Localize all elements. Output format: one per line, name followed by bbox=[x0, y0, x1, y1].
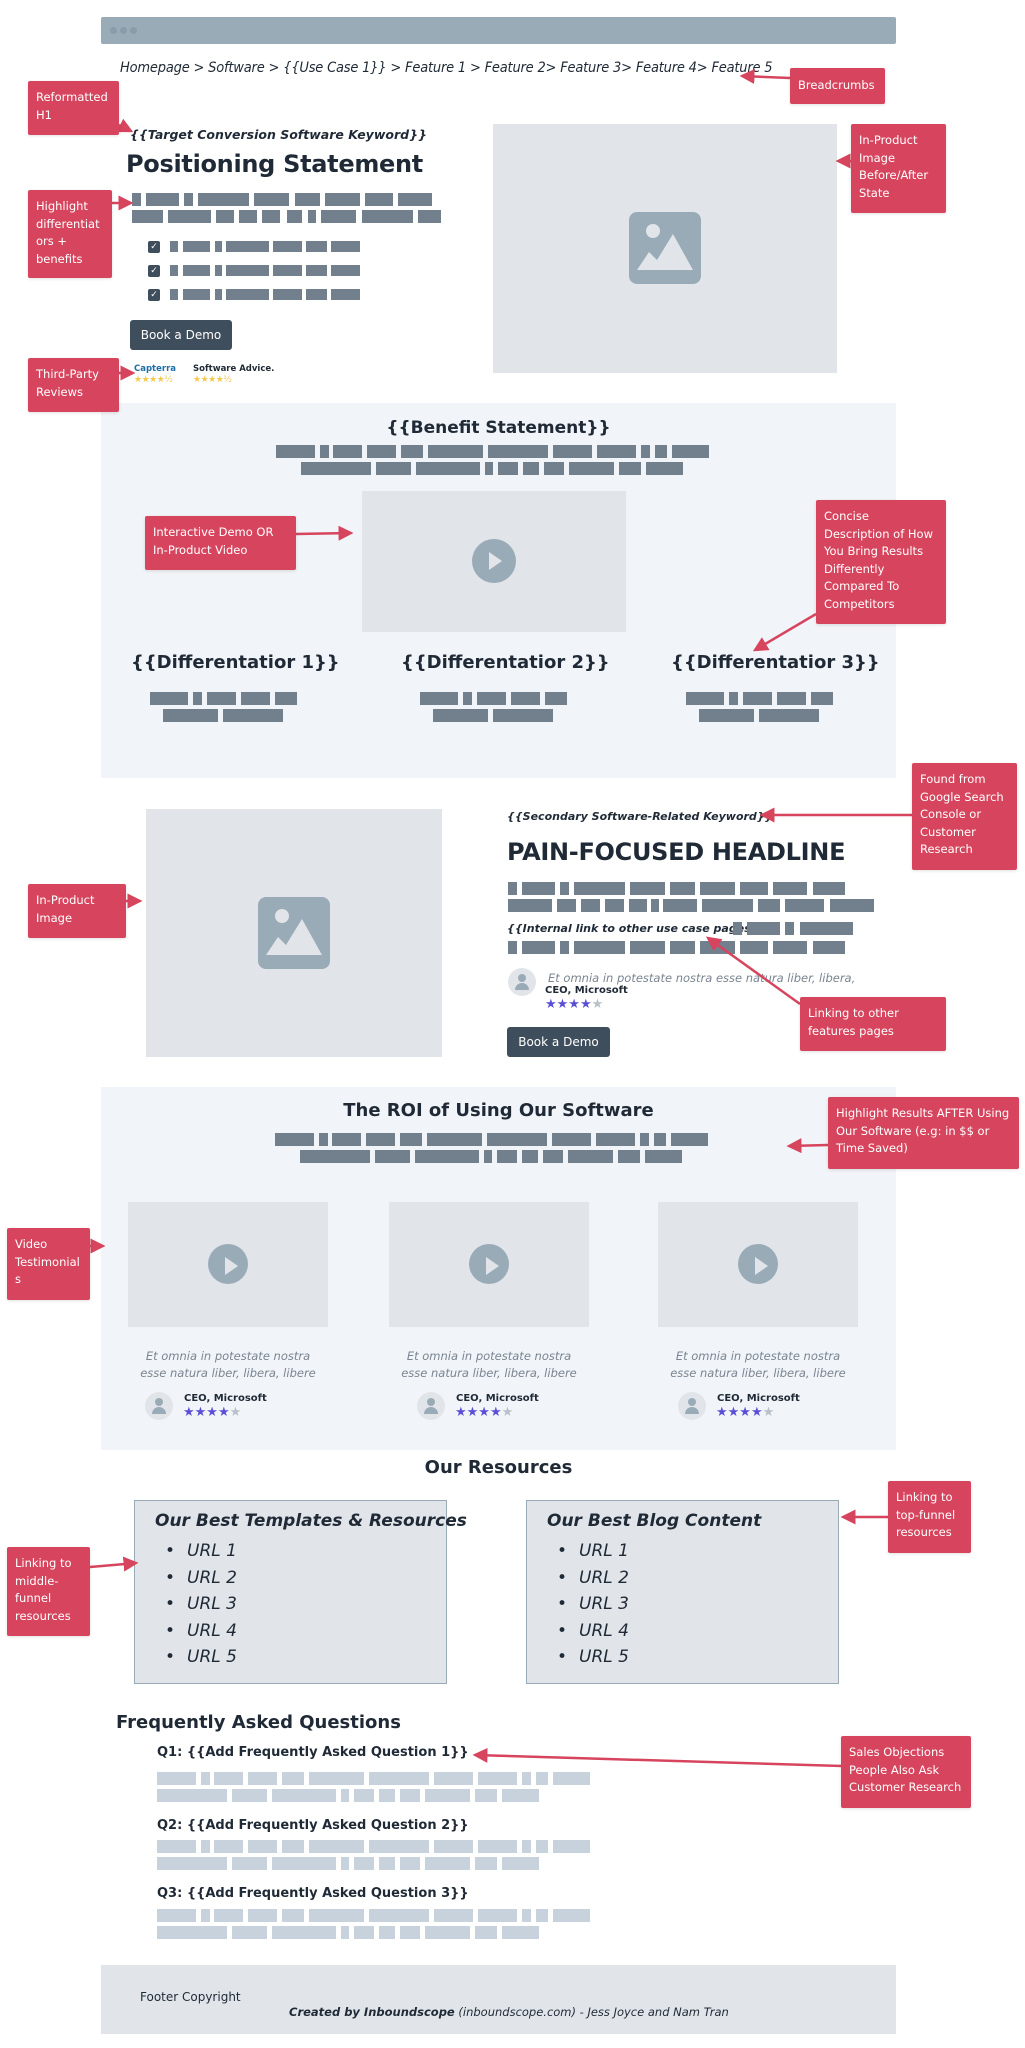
annotation-reformatted-h1: Reformatted H1 bbox=[28, 81, 119, 135]
avatar bbox=[417, 1392, 445, 1420]
interactive-demo-video[interactable] bbox=[362, 491, 626, 632]
testimonial-quote: esse natura liber, libera, libere bbox=[670, 1366, 846, 1380]
play-icon[interactable] bbox=[469, 1244, 509, 1284]
testimonial-video[interactable] bbox=[658, 1202, 858, 1327]
resource-box-blog: Our Best Blog Content URL 1 URL 2 URL 3 … bbox=[526, 1500, 839, 1684]
testimonial-author: CEO, Microsoft bbox=[545, 985, 628, 996]
testimonial-author: CEO, Microsoft bbox=[456, 1393, 539, 1404]
resource-box-templates: Our Best Templates & Resources URL 1 URL… bbox=[134, 1500, 467, 1684]
software-advice-logo[interactable]: Software Advice. bbox=[193, 364, 274, 374]
annotation-linking-features: Linking to other features pages bbox=[800, 997, 946, 1051]
annotation-third-party: Third-Party Reviews bbox=[28, 358, 119, 412]
rating-stars: ★★★★★ bbox=[545, 997, 604, 1012]
hero-title: Positioning Statement bbox=[126, 150, 423, 178]
faq-title: Frequently Asked Questions bbox=[116, 1712, 401, 1733]
benefit-title: {{Benefit Statement}} bbox=[386, 418, 611, 438]
footer-copyright: Footer Copyright bbox=[140, 1990, 241, 2004]
avatar bbox=[508, 968, 536, 996]
annotation-linking-top: Linking to top-funnel resources bbox=[888, 1481, 971, 1553]
resource-link[interactable]: URL 4 bbox=[155, 1618, 237, 1645]
book-demo-button[interactable]: Book a Demo bbox=[130, 320, 232, 350]
annotation-sales-objections: Sales Objections People Also Ask Custome… bbox=[841, 1736, 971, 1808]
differentiator-title: {{Differentatior 2}} bbox=[401, 652, 610, 673]
window-dot-icon bbox=[110, 27, 117, 34]
hero-product-image bbox=[493, 124, 837, 373]
footer-credit-rest: (inboundscope.com) - Jess Joyce and Nam … bbox=[454, 2005, 729, 2019]
resource-link[interactable]: URL 1 bbox=[547, 1538, 629, 1565]
resource-box-title: Our Best Blog Content bbox=[547, 1511, 762, 1531]
rating-stars: ★★★★★ bbox=[183, 1405, 242, 1420]
testimonial-quote: Et omnia in potestate nostra bbox=[406, 1349, 572, 1363]
testimonial-quote: Et omnia in potestate nostra bbox=[145, 1349, 311, 1363]
capterra-logo[interactable]: Capterra bbox=[134, 364, 176, 374]
pain-product-image bbox=[146, 809, 442, 1057]
checkbox-icon: ✓ bbox=[148, 241, 160, 253]
footer: Footer Copyright Created by Inboundscope… bbox=[101, 1965, 896, 2034]
differentiator-title: {{Differentatior 3}} bbox=[671, 652, 880, 673]
faq-question[interactable]: Q3: {{Add Frequently Asked Question 3}} bbox=[157, 1886, 469, 1901]
avatar bbox=[678, 1392, 706, 1420]
image-placeholder-icon bbox=[258, 897, 330, 969]
secondary-keyword: {{Secondary Software-Related Keyword}} bbox=[507, 810, 773, 823]
resource-link[interactable]: URL 2 bbox=[547, 1565, 629, 1592]
footer-credit-bold[interactable]: Created by Inboundscope bbox=[289, 2005, 455, 2019]
testimonial-quote: esse natura liber, libera, libere bbox=[401, 1366, 577, 1380]
testimonial-video[interactable] bbox=[389, 1202, 589, 1327]
resource-link[interactable]: URL 5 bbox=[547, 1644, 629, 1671]
book-demo-button[interactable]: Book a Demo bbox=[507, 1027, 610, 1057]
software-advice-rating-stars: ★★★★½ bbox=[193, 375, 232, 385]
checkbox-icon: ✓ bbox=[148, 265, 160, 277]
annotation-found-from: Found from Google Search Console or Cust… bbox=[912, 763, 1017, 870]
faq-question[interactable]: Q2: {{Add Frequently Asked Question 2}} bbox=[157, 1818, 469, 1833]
play-icon[interactable] bbox=[472, 539, 516, 583]
testimonial-quote: esse natura liber, libera, libere bbox=[140, 1366, 316, 1380]
annotation-highlight: Highlight differentiat ors + benefits bbox=[28, 190, 112, 278]
hero-keyword: {{Target Conversion Software Keyword}} bbox=[130, 127, 427, 142]
rating-stars: ★★★★★ bbox=[716, 1405, 775, 1420]
annotation-video-testimonials: Video Testimonial s bbox=[7, 1228, 90, 1300]
internal-link[interactable]: {{Internal link to other use case pages}… bbox=[507, 922, 766, 935]
annotation-breadcrumbs: Breadcrumbs bbox=[790, 68, 885, 104]
differentiator-title: {{Differentatior 1}} bbox=[131, 652, 340, 673]
rating-stars: ★★★★★ bbox=[455, 1405, 514, 1420]
roi-title: The ROI of Using Our Software bbox=[343, 1100, 654, 1121]
resource-link[interactable]: URL 4 bbox=[547, 1618, 629, 1645]
annotation-in-product: In-Product Image bbox=[28, 884, 126, 938]
resource-link[interactable]: URL 1 bbox=[155, 1538, 237, 1565]
testimonial-author: CEO, Microsoft bbox=[717, 1393, 800, 1404]
annotation-in-product-before-after: In-Product Image Before/After State bbox=[851, 124, 946, 213]
resource-link[interactable]: URL 5 bbox=[155, 1644, 237, 1671]
play-icon[interactable] bbox=[738, 1244, 778, 1284]
annotation-linking-middle: Linking to middle-funnel resources bbox=[7, 1547, 90, 1636]
footer-credit: Created by Inboundscope (inboundscope.co… bbox=[289, 2005, 729, 2019]
annotation-concise: Concise Description of How You Bring Res… bbox=[816, 500, 946, 624]
testimonial-quote: Et omnia in potestate nostra bbox=[675, 1349, 841, 1363]
resource-link[interactable]: URL 2 bbox=[155, 1565, 237, 1592]
pain-headline: PAIN-FOCUSED HEADLINE bbox=[507, 838, 846, 866]
testimonial-video[interactable] bbox=[128, 1202, 328, 1327]
checkbox-icon: ✓ bbox=[148, 289, 160, 301]
capterra-rating-stars: ★★★★½ bbox=[134, 375, 173, 385]
testimonial-author: CEO, Microsoft bbox=[184, 1393, 267, 1404]
browser-bar bbox=[101, 17, 896, 44]
annotation-interactive-demo: Interactive Demo OR In-Product Video bbox=[145, 516, 296, 570]
annotation-highlight-results: Highlight Results AFTER Using Our Softwa… bbox=[828, 1097, 1019, 1169]
window-dot-icon bbox=[120, 27, 127, 34]
avatar bbox=[145, 1392, 173, 1420]
resource-link[interactable]: URL 3 bbox=[547, 1591, 629, 1618]
breadcrumb[interactable]: Homepage > Software > {{Use Case 1}} > F… bbox=[120, 60, 773, 76]
resource-link[interactable]: URL 3 bbox=[155, 1591, 237, 1618]
resources-title: Our Resources bbox=[424, 1457, 573, 1478]
faq-question[interactable]: Q1: {{Add Frequently Asked Question 1}} bbox=[157, 1745, 469, 1760]
window-dot-icon bbox=[130, 27, 137, 34]
image-placeholder-icon bbox=[629, 212, 701, 284]
resource-box-title: Our Best Templates & Resources bbox=[155, 1511, 467, 1531]
play-icon[interactable] bbox=[208, 1244, 248, 1284]
